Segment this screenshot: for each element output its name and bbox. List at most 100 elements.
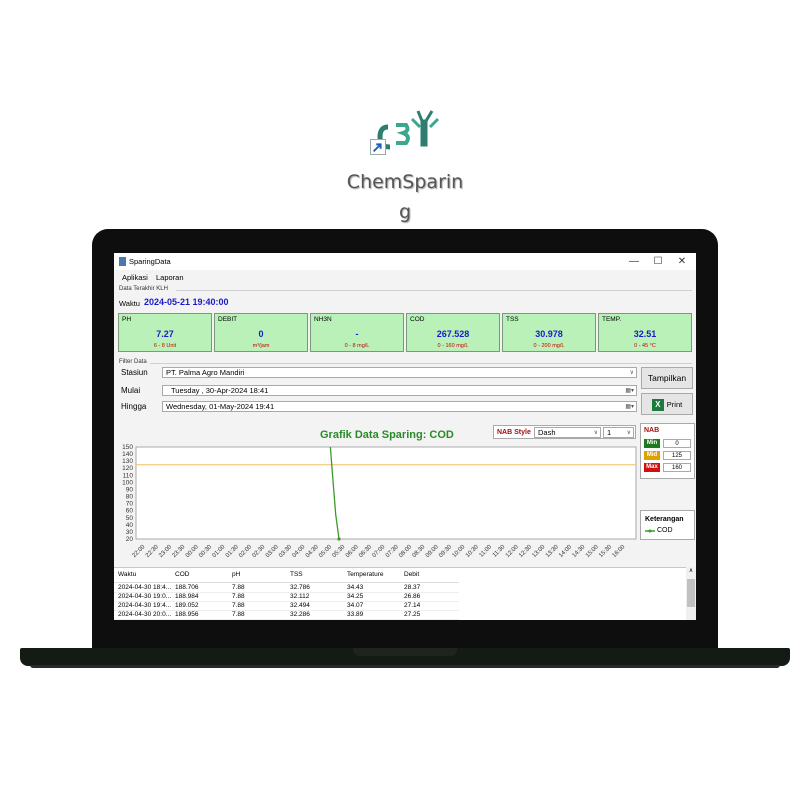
- hingga-datepicker[interactable]: Wednesday, 01-May-2024 19:41 ▦▾: [162, 401, 637, 412]
- card-nh3n: NH3N -0 - 8 mg/L: [310, 313, 404, 352]
- legend-marker-icon: [645, 529, 655, 533]
- table-row[interactable]: 2024-04-30 20:0... 188.956 7.88 32.286 33.89…: [114, 610, 459, 620]
- cod-line-chart: 150140130120110100908070605040302022:002…: [122, 444, 637, 559]
- excel-icon: X: [651, 398, 664, 411]
- chart-title: Grafik Data Sparing: COD: [320, 429, 454, 441]
- card-debit: DEBIT 0 m³/jam: [214, 313, 308, 352]
- x-tick-label: 02:30: [252, 544, 267, 559]
- nab-min-field[interactable]: 0: [663, 439, 691, 448]
- x-tick-label: 14:00: [558, 544, 573, 559]
- y-tick-label: 110: [123, 472, 134, 479]
- x-tick-label: 15:30: [598, 544, 613, 559]
- x-tick-label: 23:30: [172, 544, 187, 559]
- x-tick-label: 16:00: [612, 544, 627, 559]
- scrollbar-thumb[interactable]: [687, 579, 695, 607]
- y-tick-label: 70: [126, 501, 134, 508]
- calendar-icon: ▦▾: [625, 404, 634, 410]
- x-tick-label: 08:30: [412, 544, 427, 559]
- table-scrollbar[interactable]: ∧: [686, 567, 696, 620]
- print-button[interactable]: X Print: [641, 393, 693, 415]
- stasiun-select[interactable]: PT. Palma Agro Mandiri ∨: [162, 367, 637, 378]
- chevron-up-icon: ∧: [688, 568, 694, 574]
- stasiun-label: Stasiun: [121, 368, 148, 377]
- x-tick-label: 07:30: [385, 544, 400, 559]
- x-tick-label: 12:00: [505, 544, 520, 559]
- legend-title: Keterangan: [645, 516, 684, 523]
- y-tick-label: 30: [126, 529, 134, 536]
- tampilkan-button[interactable]: Tampilkan: [641, 367, 693, 389]
- x-tick-label: 04:30: [305, 544, 320, 559]
- chemsparing-logo-icon: [377, 110, 440, 150]
- desktop-icon-label: ChemSparin g: [346, 171, 464, 223]
- x-tick-label: 06:30: [358, 544, 373, 559]
- nab-mid-label: Mid: [644, 451, 660, 460]
- x-tick-label: 22:30: [145, 544, 160, 559]
- y-tick-label: 20: [126, 536, 134, 543]
- nab-style-label: NAB Style: [497, 429, 531, 436]
- chemsparing-desktop-shortcut[interactable]: ChemSparin g: [330, 105, 480, 225]
- x-tick-label: 08:00: [398, 544, 413, 559]
- nab-style-controls: NAB Style Dash ∨ 1 ∨: [493, 425, 636, 439]
- x-tick-label: 05:00: [318, 544, 333, 559]
- window-title: SparingData: [129, 257, 171, 266]
- x-tick-label: 10:30: [465, 544, 480, 559]
- nab-max-field[interactable]: 160: [663, 463, 691, 472]
- nab-panel: NAB Min 0 Mid 125 Max 160: [640, 423, 695, 479]
- series-point-cod: [337, 537, 341, 541]
- laptop-base: [20, 648, 790, 668]
- calendar-icon: ▦▾: [625, 388, 634, 394]
- x-tick-label: 14:30: [572, 544, 587, 559]
- y-tick-label: 130: [122, 458, 133, 465]
- x-tick-label: 00:00: [185, 544, 200, 559]
- nab-max-label: Max: [644, 463, 660, 472]
- hingga-label: Hingga: [121, 402, 147, 411]
- nab-mid-field[interactable]: 125: [663, 451, 691, 460]
- chevron-down-icon: ∨: [626, 430, 631, 436]
- legend-panel: Keterangan COD: [640, 510, 695, 540]
- x-tick-label: 23:00: [158, 544, 173, 559]
- mulai-datepicker[interactable]: Tuesday , 30-Apr-2024 18:41 ▦▾: [162, 385, 637, 396]
- chevron-down-icon: ∨: [629, 370, 634, 376]
- minimize-button[interactable]: —: [625, 255, 643, 268]
- menu-bar: Aplikasi Laporan: [114, 272, 696, 283]
- card-tss: TSS 30.978 0 - 200 mg/L: [502, 313, 596, 352]
- nab-title: NAB: [644, 427, 660, 434]
- section-label-filter: Filter Data: [119, 359, 147, 365]
- x-tick-label: 10:00: [452, 544, 467, 559]
- line-style-select[interactable]: Dash ∨: [534, 427, 601, 438]
- chevron-down-icon: ∨: [593, 430, 598, 436]
- x-tick-label: 15:00: [585, 544, 600, 559]
- nab-min-label: Min: [644, 439, 660, 448]
- x-tick-label: 13:30: [545, 544, 560, 559]
- menu-aplikasi[interactable]: Aplikasi: [122, 273, 148, 282]
- maximize-button[interactable]: ☐: [649, 255, 667, 268]
- y-tick-label: 90: [126, 486, 134, 493]
- x-tick-label: 13:00: [532, 544, 547, 559]
- x-tick-label: 09:30: [438, 544, 453, 559]
- line-width-select[interactable]: 1 ∨: [603, 427, 634, 438]
- mulai-label: Mulai: [121, 386, 141, 395]
- x-tick-label: 03:00: [265, 544, 280, 559]
- x-tick-label: 07:00: [372, 544, 387, 559]
- x-tick-label: 03:30: [278, 544, 293, 559]
- x-tick-label: 09:00: [425, 544, 440, 559]
- menu-laporan[interactable]: Laporan: [156, 273, 184, 282]
- card-ph: PH 7.27 6 - 8 Unit: [118, 313, 212, 352]
- x-tick-label: 01:30: [225, 544, 240, 559]
- section-label-last-data: Data Terakhir KLH: [119, 286, 168, 292]
- y-tick-label: 60: [126, 508, 134, 515]
- y-tick-label: 150: [122, 444, 133, 451]
- legend-item-cod: COD: [657, 527, 673, 534]
- x-tick-label: 12:30: [518, 544, 533, 559]
- y-tick-label: 100: [122, 479, 133, 486]
- table-header: Waktu COD pH TSS Temperature Debit: [114, 568, 459, 583]
- waktu-value: 2024-05-21 19:40:00: [144, 297, 229, 307]
- y-tick-label: 50: [126, 515, 134, 522]
- x-tick-label: 04:00: [292, 544, 307, 559]
- x-tick-label: 06:00: [345, 544, 360, 559]
- plot-area: [135, 446, 637, 540]
- waktu-label: Waktu: [119, 299, 140, 308]
- x-tick-label: 22:00: [132, 544, 147, 559]
- data-table: Waktu COD pH TSS Temperature Debit 2024-…: [114, 567, 696, 620]
- close-button[interactable]: ✕: [673, 255, 691, 268]
